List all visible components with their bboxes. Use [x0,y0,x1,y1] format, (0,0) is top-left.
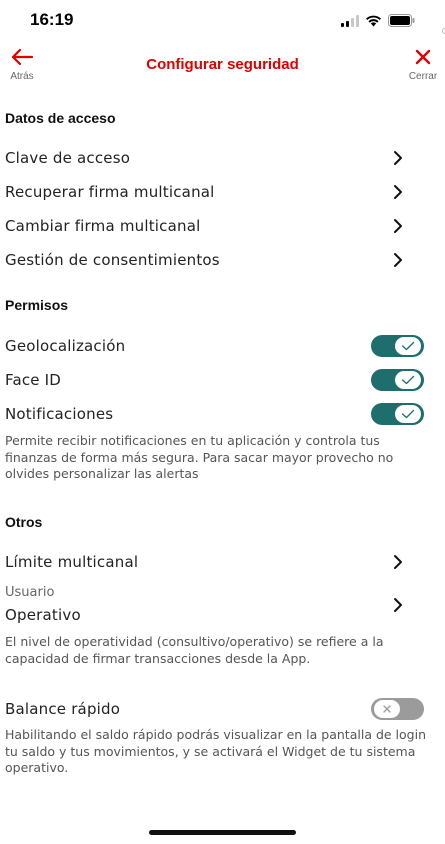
row-label: Gestión de consentimientos [5,251,220,269]
row-label: Face ID [5,371,62,389]
toggle-knob [395,405,421,423]
check-icon [401,409,415,419]
row-label: Balance rápido [5,700,121,718]
face-id-toggle[interactable] [371,369,424,391]
chevron-right-icon [391,597,405,613]
notifications-description: Permite recibir notificaciones en tu apl… [5,433,394,481]
access-item-recover-signature[interactable]: Recuperar firma multicanal [0,175,445,209]
row-label: Recuperar firma multicanal [5,183,215,201]
row-label: Límite multicanal [5,553,139,571]
battery-icon [388,12,415,31]
chevron-right-icon [391,554,405,570]
section-title-others: Otros [5,514,43,530]
toggle-knob [395,371,421,389]
close-label: Cerrar [408,71,438,82]
check-icon [401,341,415,351]
home-indicator [149,830,296,835]
chevron-right-icon [391,218,405,234]
access-item-change-signature[interactable]: Cambiar firma multicanal [0,209,445,243]
page-title: Configurar seguridad [146,56,299,73]
operativity-description: El nivel de operatividad (consultivo/ope… [5,634,384,666]
signal-icon [341,12,359,31]
geolocation-toggle[interactable] [371,335,424,357]
close-button[interactable]: Cerrar [405,48,441,82]
row-label: Cambiar firma multicanal [5,217,201,235]
quick-balance-toggle[interactable] [371,698,424,720]
quick-balance-description: Habilitando el saldo rápido podrás visua… [5,727,426,775]
row-label: Geolocalización [5,337,126,355]
user-operativity-item[interactable]: Usuario Operativo [0,582,445,626]
notifications-toggle[interactable] [371,403,424,425]
chevron-right-icon [391,252,405,268]
status-bar: 16:19 [0,0,445,40]
status-icons [341,12,415,31]
access-item-password[interactable]: Clave de acceso [0,141,445,175]
toggle-knob [395,337,421,355]
toggle-knob [374,700,400,718]
user-value: Operativo [5,606,81,624]
section-title-permissions: Permisos [5,297,69,313]
chevron-right-icon [391,150,405,166]
nav-bar: Atrás Configurar seguridad Cerrar [0,44,445,88]
row-label: Notificaciones [5,405,114,423]
section-title-access: Datos de acceso [5,110,116,126]
status-time: 16:19 [30,10,74,29]
check-icon [401,375,415,385]
wifi-icon [365,12,382,31]
row-label: Clave de acceso [5,149,131,167]
multichannel-limit-item[interactable]: Límite multicanal [0,545,445,579]
user-sublabel: Usuario [5,585,55,600]
access-item-consents[interactable]: Gestión de consentimientos [0,243,445,277]
close-icon [414,48,432,70]
x-icon [383,705,391,713]
chevron-right-icon [391,184,405,200]
